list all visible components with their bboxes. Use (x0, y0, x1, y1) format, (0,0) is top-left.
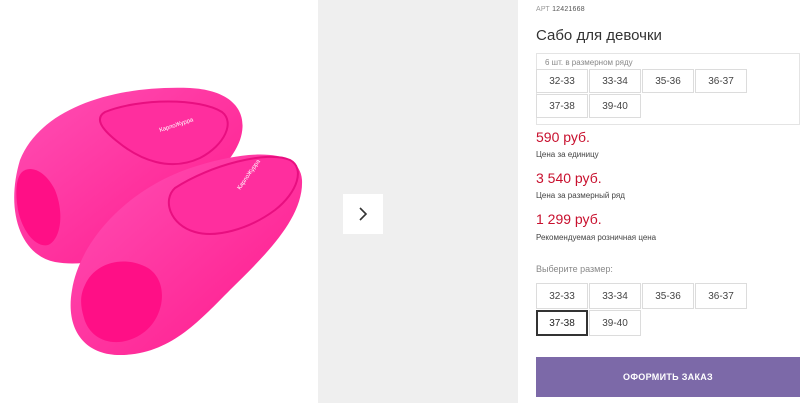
size-option-37-38[interactable]: 37-38 (536, 310, 588, 336)
size-row-cell: 33-34 (589, 69, 641, 93)
size-row-cell: 35-36 (642, 69, 694, 93)
choose-size-label: Выберите размер: (536, 264, 613, 274)
slippers-illustration: КарлоЖурра КарлоЖурра (14, 87, 303, 355)
row-price-label: Цена за размерный ряд (536, 191, 625, 200)
retail-price: 1 299 руб. (536, 211, 602, 227)
size-row-label: 6 шт. в размерном ряду (545, 58, 633, 67)
product-title: Сабо для девочки (536, 27, 662, 44)
size-row-cell: 32-33 (536, 69, 588, 93)
order-button[interactable]: ОФОРМИТЬ ЗАКАЗ (536, 357, 800, 397)
unit-price-label: Цена за единицу (536, 150, 599, 159)
size-row-grid: 32-33 33-34 35-36 36-37 37-38 39-40 (536, 69, 750, 119)
size-option-35-36[interactable]: 35-36 (642, 283, 694, 309)
row-price: 3 540 руб. (536, 170, 602, 186)
size-row-cell: 36-37 (695, 69, 747, 93)
article-number: АРТ 12421668 (536, 6, 585, 13)
unit-price: 590 руб. (536, 129, 590, 145)
size-option-36-37[interactable]: 36-37 (695, 283, 747, 309)
article-prefix: АРТ (536, 6, 550, 13)
article-value: 12421668 (552, 6, 585, 13)
size-option-39-40[interactable]: 39-40 (589, 310, 641, 336)
chevron-right-icon (359, 207, 368, 221)
product-image: КарлоЖурра КарлоЖурра (0, 0, 318, 403)
size-option-32-33[interactable]: 32-33 (536, 283, 588, 309)
size-row-cell: 37-38 (536, 94, 588, 118)
retail-price-label: Рекомендуемая розничная цена (536, 233, 657, 242)
size-row-cell: 39-40 (589, 94, 641, 118)
size-option-33-34[interactable]: 33-34 (589, 283, 641, 309)
gallery-next-button[interactable] (343, 194, 383, 234)
size-select-grid: 32-33 33-34 35-36 36-37 37-38 39-40 (536, 283, 750, 337)
